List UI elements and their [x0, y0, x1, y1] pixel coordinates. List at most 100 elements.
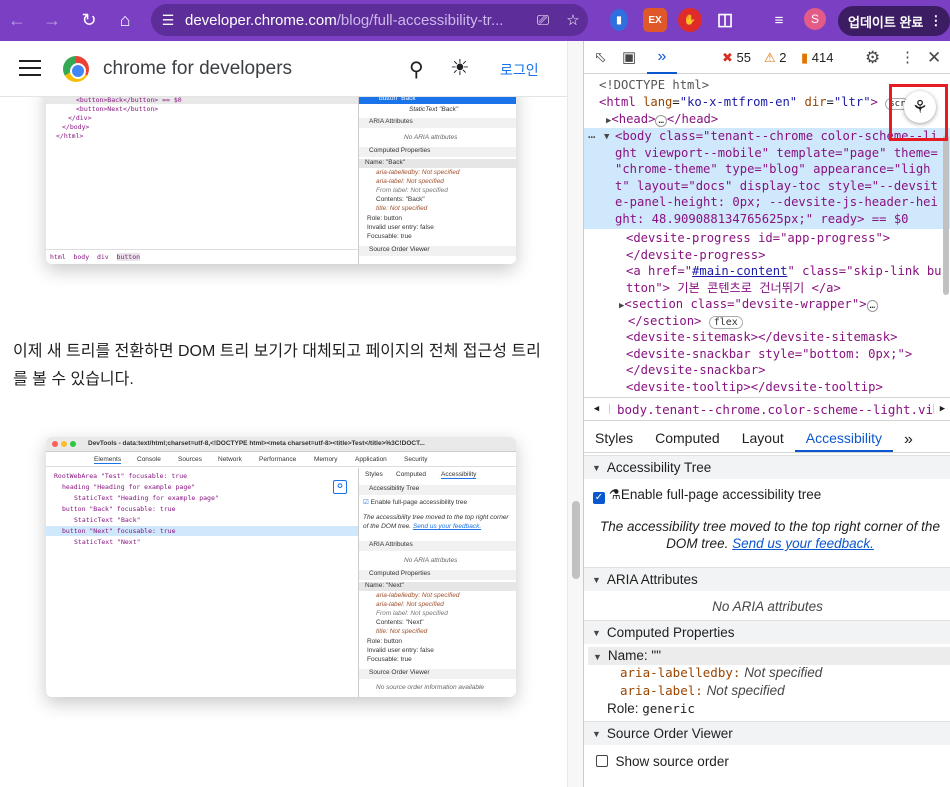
breadcrumb-item[interactable]: body.tenant--chrome.color-scheme--light.…: [610, 402, 933, 417]
dom-scroll-thumb[interactable]: [943, 135, 949, 295]
forward-button[interactable]: →: [35, 3, 69, 37]
feedback-link[interactable]: Send us your feedback.: [732, 536, 874, 551]
crumb-left-arrow-icon[interactable]: ◀: [584, 404, 610, 414]
show-source-checkbox[interactable]: [596, 755, 608, 767]
moved-note: The accessibility tree moved to the top …: [589, 518, 950, 552]
enable-row: ☑ Enable full-page accessibility tree: [363, 498, 467, 506]
install-app-icon[interactable]: ⎚: [528, 12, 558, 29]
skip-link-line[interactable]: <a href="#main-content" class="skip-link…: [626, 263, 942, 280]
site-header: chrome for developers ⚲ ☀ 로그인: [0, 41, 567, 97]
source-order-section-header[interactable]: ▼ Source Order Viewer: [584, 721, 950, 745]
aria-attributes-section-header[interactable]: ▼ ARIA Attributes: [584, 567, 950, 591]
accessibility-tree-toggle-button[interactable]: ⚘: [904, 91, 936, 123]
stop-hand-extension-icon[interactable]: ✋: [678, 8, 702, 32]
device-toolbar-icon[interactable]: ▣: [622, 48, 636, 66]
update-button[interactable]: 업데이트 완료 ⋮: [838, 6, 950, 36]
collapse-arrow-icon[interactable]: ▼: [604, 129, 609, 146]
shield-extension-icon[interactable]: ▮: [610, 9, 628, 31]
errors-count: 55: [736, 50, 751, 65]
more-vert-icon: ⋮: [929, 13, 943, 28]
tab-computed[interactable]: Computed: [644, 430, 731, 452]
show-source-order-row[interactable]: Show source order: [596, 754, 729, 769]
warnings-badge[interactable]: ⚠ 2: [764, 50, 787, 66]
tab: Network: [218, 456, 242, 463]
html-line[interactable]: <html lang="ko-x-mtfrom-en" dir="ltr"> s…: [599, 94, 910, 113]
name-label: Name: "": [607, 648, 662, 663]
more-tabs-chevron-icon[interactable]: »: [893, 431, 924, 452]
href-link[interactable]: #main-content: [692, 264, 787, 278]
kebab-menu-icon[interactable]: ⋮: [900, 48, 915, 66]
prop-row: aria-label: Not specified: [376, 178, 444, 185]
dom-line[interactable]: </devsite-snackbar>: [626, 362, 765, 379]
dom-line[interactable]: <devsite-progress id="app-progress">: [626, 230, 890, 247]
theme-sun-icon[interactable]: ☀: [450, 55, 470, 81]
back-button[interactable]: ←: [0, 3, 34, 37]
prop-value: Not specified: [744, 665, 823, 680]
chrome-logo-icon[interactable]: [63, 56, 89, 82]
computed-properties-section-header[interactable]: ▼ Computed Properties: [584, 620, 950, 644]
dom-line[interactable]: <devsite-sitemask></devsite-sitemask>: [626, 329, 898, 346]
profile-initial: S: [810, 12, 819, 26]
collapse-triangle-icon: ▼: [592, 574, 601, 585]
collapse-triangle-icon: ▼: [592, 462, 601, 473]
section-header: Computed Properties: [359, 147, 516, 157]
tree-item: StaticText "Back": [409, 106, 459, 113]
selected-body-node[interactable]: ⋯ ▼ <body class="tenant--chrome color-sc…: [584, 128, 950, 229]
reload-button[interactable]: ↻: [72, 3, 106, 37]
code-line: </html>: [56, 132, 84, 140]
site-info-icon[interactable]: ☰: [151, 12, 185, 29]
more-tabs-icon[interactable]: »: [647, 41, 677, 74]
dom-line[interactable]: </devsite-progress>: [626, 247, 765, 264]
dom-line[interactable]: <devsite-snackbar style="bottom: 0px;">: [626, 346, 912, 363]
close-devtools-icon[interactable]: ✕: [927, 48, 941, 68]
page-scroll-thumb[interactable]: [572, 501, 580, 579]
inspect-element-icon[interactable]: ⬁: [594, 48, 607, 66]
bookmark-star-icon[interactable]: ☆: [558, 11, 588, 29]
article-screenshot-1: <button>Back</button> == $0 <button>Next…: [46, 81, 516, 264]
settings-gear-icon[interactable]: ⚙: [865, 48, 880, 68]
flex-badge[interactable]: flex: [708, 315, 743, 329]
prop-row: From label: Not specified: [376, 187, 448, 194]
issues-badge[interactable]: ▮ 414: [801, 50, 833, 66]
url-path: /blog/full-accessibility-tr...: [336, 11, 504, 29]
ex-extension-icon[interactable]: EX: [643, 8, 667, 32]
url-host: developer.chrome.com: [185, 11, 337, 29]
dom-line[interactable]: <devsite-tooltip></devsite-tooltip>: [626, 379, 883, 396]
enable-full-tree-row[interactable]: ✓ ⚗Enable full-page accessibility tree: [593, 487, 821, 504]
moved-note: The accessibility tree moved to the top …: [363, 513, 515, 531]
site-brand[interactable]: chrome for developers: [103, 58, 292, 80]
ellipsis-badge[interactable]: …: [866, 300, 878, 312]
section-header: Computed Properties: [359, 570, 516, 580]
enable-checkbox[interactable]: ✓: [593, 492, 605, 504]
section-title: Source Order Viewer: [606, 726, 733, 741]
section-close-tag: </section>: [628, 313, 702, 328]
page-scrollbar[interactable]: [567, 41, 583, 787]
tab-layout[interactable]: Layout: [731, 430, 795, 452]
labelledby-row: aria-labelledby: Not specified: [620, 665, 822, 680]
search-icon[interactable]: ⚲: [409, 57, 424, 82]
errors-badge[interactable]: ✖ 55: [722, 50, 751, 66]
address-bar[interactable]: ☰ developer.chrome.com/blog/full-accessi…: [151, 4, 588, 36]
dom-line[interactable]: tton"> 기본 콘텐츠로 건너뛰기 </a>: [626, 280, 841, 297]
tab: Performance: [259, 456, 297, 463]
name-row[interactable]: ▼ Name: "": [593, 648, 661, 663]
home-button[interactable]: ⌂: [108, 3, 142, 37]
tab-accessibility[interactable]: Accessibility: [794, 430, 894, 452]
crumb-right-arrow-icon[interactable]: ▶: [933, 404, 950, 414]
head-line[interactable]: ▶<head>… </head>: [606, 111, 718, 130]
dots-menu-icon[interactable]: ⋯: [588, 129, 595, 146]
zoom-dot-icon: [70, 441, 76, 447]
login-link[interactable]: 로그인: [500, 60, 539, 80]
extensions-puzzle-icon[interactable]: ◫: [713, 8, 737, 32]
tab-styles[interactable]: Styles: [584, 430, 644, 452]
menu-icon[interactable]: [19, 60, 41, 78]
profile-avatar[interactable]: S: [804, 8, 826, 30]
url-text[interactable]: developer.chrome.com/blog/full-accessibi…: [185, 12, 528, 29]
feedback-link: Send us your feedback.: [412, 523, 482, 530]
code-line: </body>: [62, 123, 90, 131]
accessibility-tree-section-header[interactable]: ▼ Accessibility Tree: [584, 455, 950, 479]
ellipsis-badge[interactable]: …: [655, 115, 667, 127]
side-tab: Accessibility: [441, 471, 477, 479]
doctype-line[interactable]: <!DOCTYPE html>: [599, 77, 709, 94]
reading-list-icon[interactable]: ≡: [767, 8, 791, 32]
